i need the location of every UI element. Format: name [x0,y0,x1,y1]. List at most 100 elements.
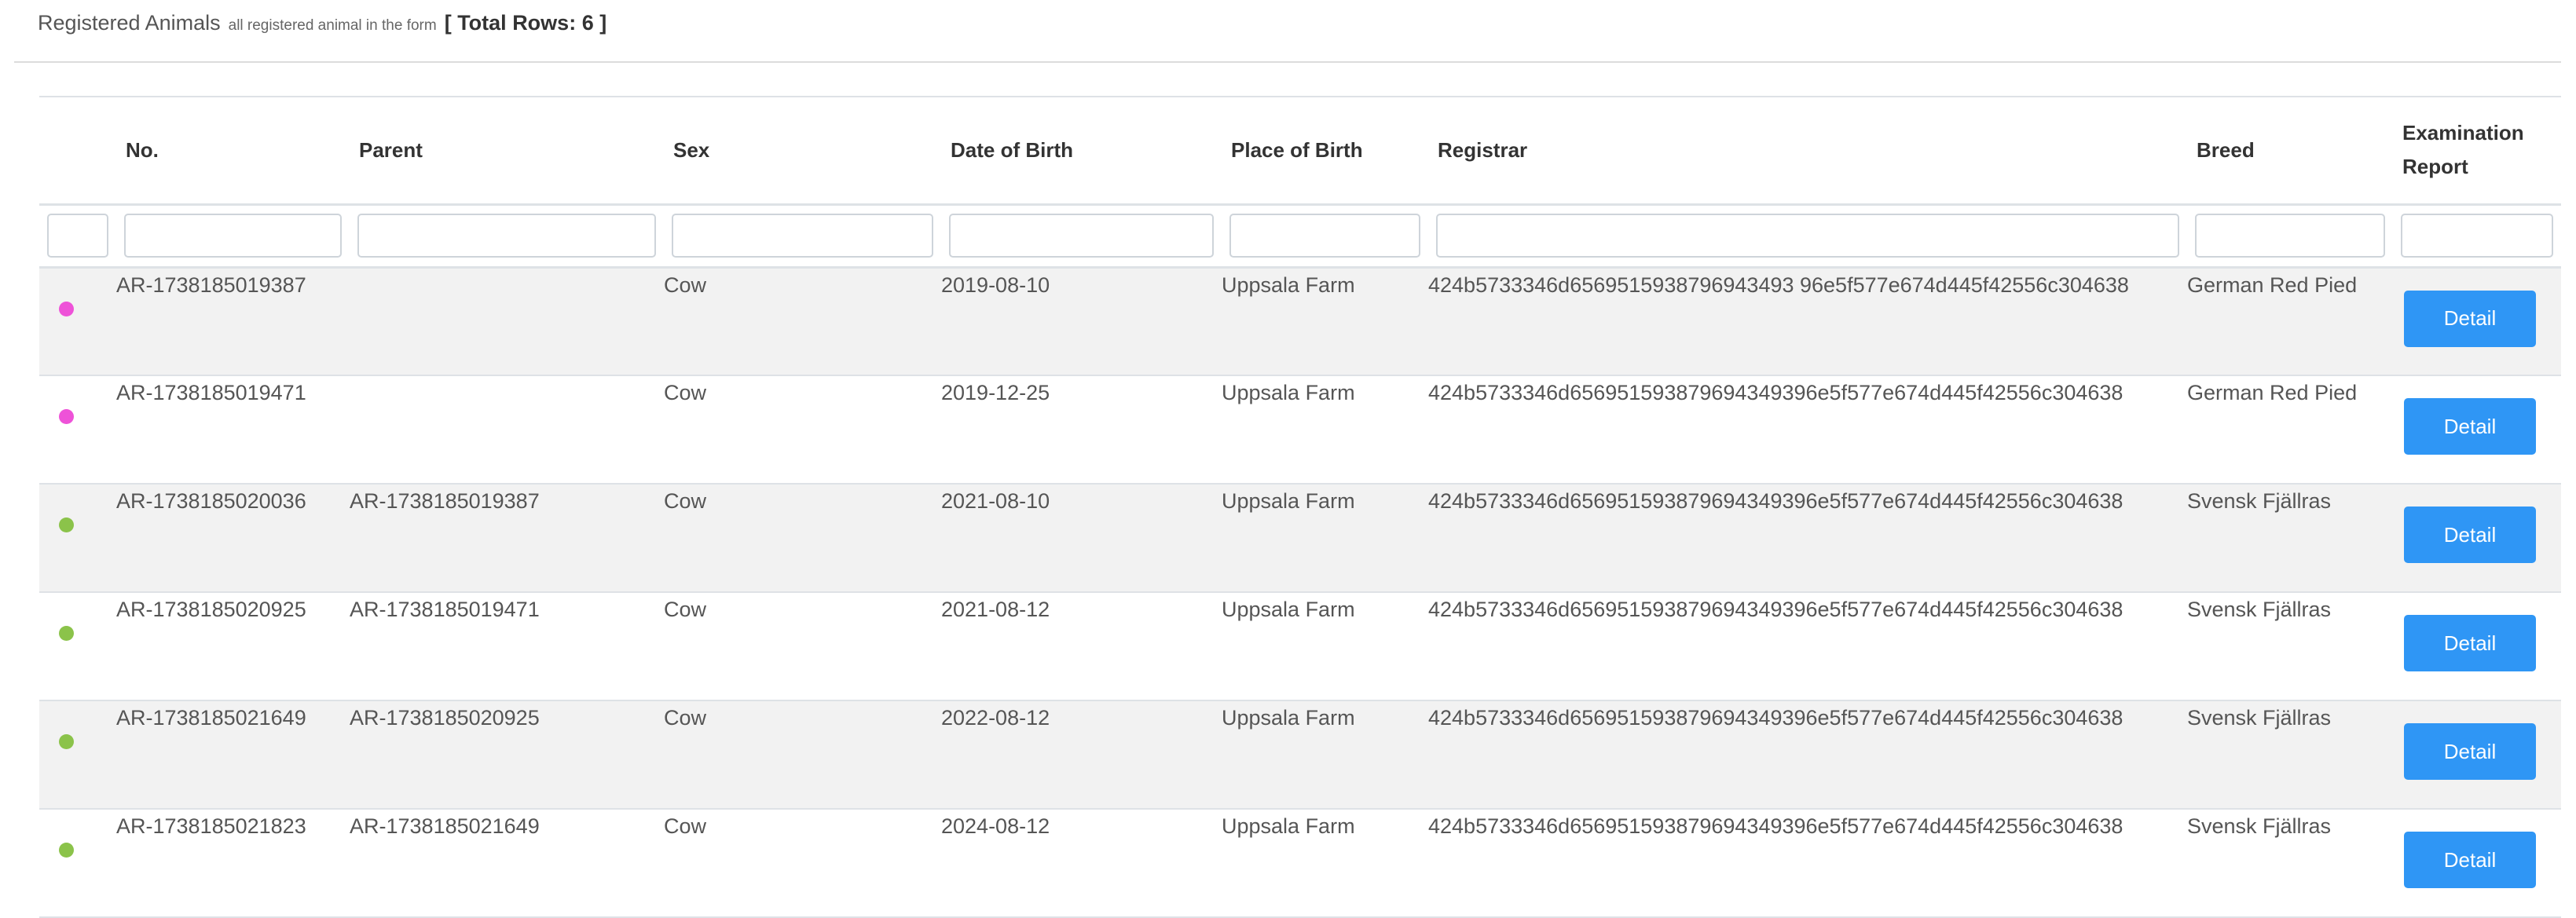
animal-breed: Svensk Fjällras [2187,484,2393,593]
animal-parent [350,375,664,485]
examination-report-cell: Detail [2393,592,2561,701]
table-row: AR-1738185021823 AR-1738185021649 Cow 20… [39,809,2561,918]
animal-parent: AR-1738185019387 [350,484,664,593]
animal-sex: Cow [664,484,941,593]
animal-parent [350,267,664,376]
column-header-sex[interactable]: Sex [664,97,941,206]
animal-date-of-birth: 2024-08-12 [941,809,1222,918]
animal-sex: Cow [664,700,941,810]
animal-registrar: 424b5733346d656951593879694349396e5f577e… [1428,700,2187,810]
detail-button[interactable]: Detail [2404,832,2536,888]
animal-breed: Svensk Fjällras [2187,592,2393,701]
column-header-parent[interactable]: Parent [350,97,664,206]
animal-place-of-birth: Uppsala Farm [1222,592,1428,701]
detail-button[interactable]: Detail [2404,290,2536,347]
status-dot [59,301,74,316]
animal-sex: Cow [664,375,941,485]
animal-number: AR-1738185019471 [116,375,350,485]
animal-number: AR-1738185021823 [116,809,350,918]
status-dot [59,734,74,749]
filter-input-date-of-birth[interactable] [949,214,1214,258]
filter-input-registrar[interactable] [1436,214,2179,258]
animal-number: AR-1738185021649 [116,700,350,810]
filter-input-parent[interactable] [357,214,656,258]
animal-parent: AR-1738185021649 [350,809,664,918]
filter-cell-sex [664,204,941,269]
column-header-select [39,97,116,206]
status-cell [39,267,116,376]
table-row: AR-1738185021649 AR-1738185020925 Cow 20… [39,700,2561,810]
table-row: AR-1738185020925 AR-1738185019471 Cow 20… [39,592,2561,701]
status-dot [59,409,74,424]
registered-animals-page: Registered Animals all registered animal… [0,0,2576,918]
page-heading: Registered Animals all registered animal… [38,11,606,46]
animal-registrar: 424b5733346d656951593879694349396e5f577e… [1428,484,2187,593]
header-divider [14,61,2561,63]
filter-input-select[interactable] [47,214,108,258]
column-header-breed[interactable]: Breed [2187,97,2393,206]
filter-input-no[interactable] [124,214,342,258]
table-row: AR-1738185020036 AR-1738185019387 Cow 20… [39,484,2561,593]
status-dot [59,843,74,858]
filter-input-breed[interactable] [2195,214,2385,258]
status-cell [39,484,116,593]
status-dot [59,626,74,641]
animal-date-of-birth: 2019-12-25 [941,375,1222,485]
animal-sex: Cow [664,592,941,701]
examination-report-cell: Detail [2393,700,2561,810]
animal-registrar: 424b5733346d656951593879694349396e5f577e… [1428,375,2187,485]
total-rows-count: [ Total Rows: 6 ] [444,11,607,35]
column-header-registrar[interactable]: Registrar [1428,97,2187,206]
examination-report-cell: Detail [2393,809,2561,918]
detail-button[interactable]: Detail [2404,615,2536,671]
animal-place-of-birth: Uppsala Farm [1222,267,1428,376]
animal-parent: AR-1738185019471 [350,592,664,701]
animal-date-of-birth: 2022-08-12 [941,700,1222,810]
table-header-row: No. Parent Sex Date of Birth Place of Bi… [39,97,2561,206]
filter-cell-parent [350,204,664,269]
animal-number: AR-1738185020036 [116,484,350,593]
filter-input-examination-report[interactable] [2401,214,2553,258]
page-title: Registered Animals [38,11,221,35]
animal-number: AR-1738185019387 [116,267,350,376]
animal-place-of-birth: Uppsala Farm [1222,700,1428,810]
page-subtitle: all registered animal in the form [228,17,437,34]
animal-registrar: 424b5733346d656951593879694349396e5f577e… [1428,592,2187,701]
animals-table: No. Parent Sex Date of Birth Place of Bi… [39,96,2561,918]
animal-place-of-birth: Uppsala Farm [1222,809,1428,918]
animal-breed: German Red Pied [2187,267,2393,376]
filter-cell-place-of-birth [1222,204,1428,269]
status-dot [59,518,74,532]
animal-date-of-birth: 2021-08-12 [941,592,1222,701]
filter-input-sex[interactable] [672,214,933,258]
animal-date-of-birth: 2019-08-10 [941,267,1222,376]
column-header-no[interactable]: No. [116,97,350,206]
animal-breed: German Red Pied [2187,375,2393,485]
status-cell [39,375,116,485]
column-header-examination-report[interactable]: Examination Report [2393,97,2561,206]
examination-report-cell: Detail [2393,484,2561,593]
detail-button[interactable]: Detail [2404,398,2536,455]
animal-breed: Svensk Fjällras [2187,809,2393,918]
examination-report-cell: Detail [2393,267,2561,376]
filter-cell-no [116,204,350,269]
status-cell [39,809,116,918]
table-filter-row [39,204,2561,269]
detail-button[interactable]: Detail [2404,723,2536,780]
column-header-date-of-birth[interactable]: Date of Birth [941,97,1222,206]
detail-button[interactable]: Detail [2404,507,2536,563]
animal-registrar: 424b5733346d656951593879694349396e5f577e… [1428,809,2187,918]
animal-breed: Svensk Fjällras [2187,700,2393,810]
animal-sex: Cow [664,267,941,376]
filter-cell-select [39,204,116,269]
animal-registrar: 424b5733346d6569515938796943493 96e5f577… [1428,267,2187,376]
filter-input-place-of-birth[interactable] [1229,214,1420,258]
column-header-place-of-birth[interactable]: Place of Birth [1222,97,1428,206]
table-row: AR-1738185019471 Cow 2019-12-25 Uppsala … [39,375,2561,485]
animal-parent: AR-1738185020925 [350,700,664,810]
animal-number: AR-1738185020925 [116,592,350,701]
examination-report-cell: Detail [2393,375,2561,485]
animal-place-of-birth: Uppsala Farm [1222,375,1428,485]
status-cell [39,592,116,701]
animal-date-of-birth: 2021-08-10 [941,484,1222,593]
